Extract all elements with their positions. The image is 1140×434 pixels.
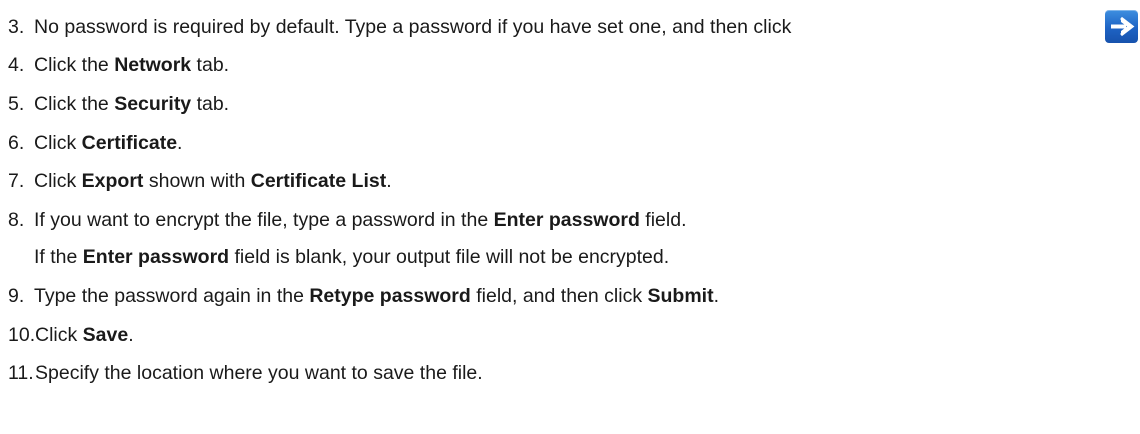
step-text: Click the Security tab.: [34, 93, 230, 115]
ui-term: Certificate List: [250, 170, 387, 192]
ui-term: Submit: [647, 285, 714, 307]
step-number: 4.: [8, 54, 25, 76]
step-text: Type the password again in the Retype pa…: [34, 285, 720, 307]
step-text: If you want to encrypt the file, type a …: [34, 209, 687, 231]
step-number: 6.: [8, 132, 25, 154]
arrow-right-icon: [1105, 10, 1138, 43]
step-number: 8.: [8, 209, 25, 231]
ui-term: Save: [82, 324, 129, 346]
step-text: Click Export shown with Certificate List…: [34, 170, 392, 192]
step-number: 10.: [8, 324, 36, 346]
step-text: No password is required by default. Type…: [34, 16, 792, 38]
ui-term: Enter password: [493, 209, 640, 231]
step-number: 3.: [8, 16, 25, 38]
step-8-note: If the Enter password field is blank, yo…: [34, 246, 670, 268]
ui-term: Retype password: [309, 285, 471, 307]
ui-term: Enter password: [82, 246, 230, 268]
ui-term: Network: [114, 54, 192, 76]
step-text: Click Save.: [35, 324, 134, 346]
step-number: 7.: [8, 170, 25, 192]
step-text: Specify the location where you want to s…: [35, 362, 483, 384]
ui-term: Export: [81, 170, 144, 192]
ui-term: Certificate: [81, 132, 178, 154]
step-number: 9.: [8, 285, 25, 307]
ui-term: Security: [114, 93, 192, 115]
step-number: 5.: [8, 93, 25, 115]
step-text: Click the Network tab.: [34, 54, 230, 76]
step-number: 11.: [8, 362, 34, 384]
step-text: Click Certificate.: [34, 132, 183, 154]
